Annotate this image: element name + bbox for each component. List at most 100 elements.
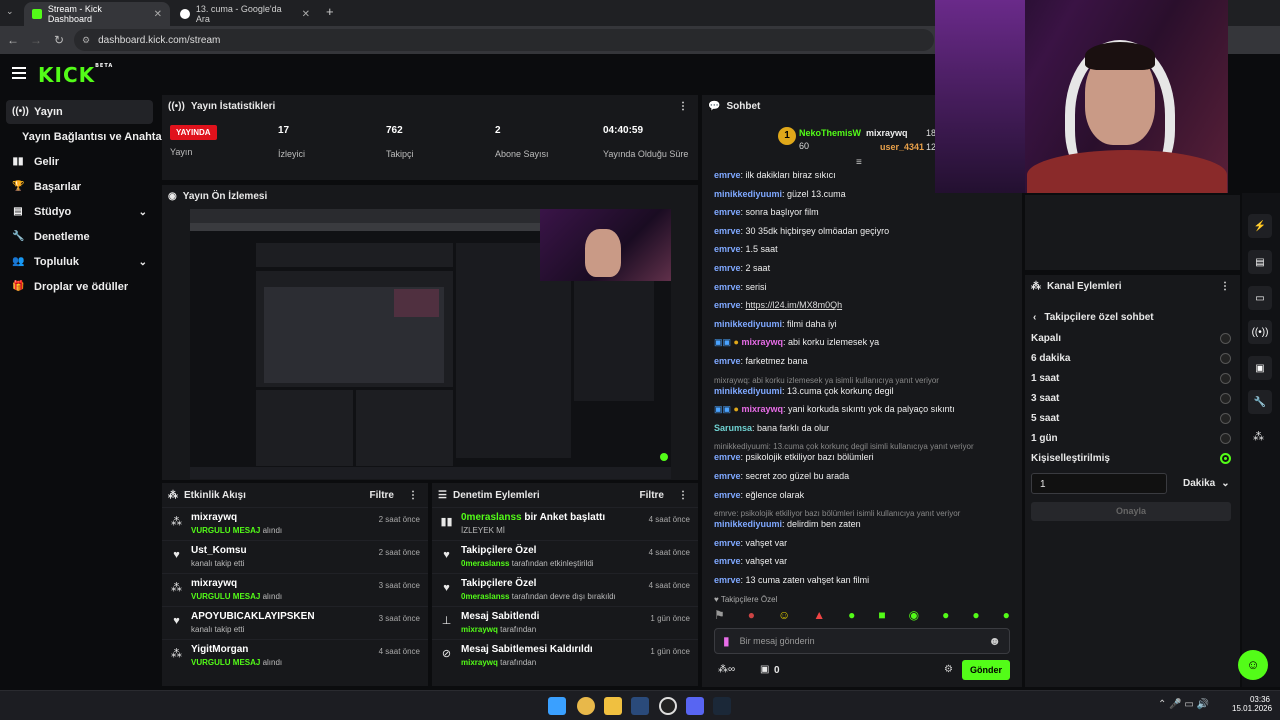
emote-icon[interactable]: ●: [848, 608, 855, 622]
chat-username[interactable]: emrve: [714, 538, 741, 548]
chat-icon[interactable]: ▭: [1248, 286, 1272, 310]
more-options-icon[interactable]: ⋮: [678, 101, 688, 112]
filter-button[interactable]: Filtre: [370, 490, 394, 501]
more-options-icon[interactable]: ⋮: [1220, 281, 1230, 292]
radio-button[interactable]: [1220, 452, 1231, 464]
emote-icon[interactable]: ●: [748, 608, 755, 622]
moderation-row[interactable]: ⊘ Mesaj Sabitlemesi Kaldırıldı mixraywq …: [432, 639, 698, 672]
radio-button[interactable]: [1220, 392, 1231, 404]
chat-username[interactable]: minikkediyuumi: [714, 519, 782, 529]
chat-username[interactable]: emrve: [714, 170, 741, 180]
moderation-row[interactable]: ▮▮ 0meraslanss bir Anket başlattı İZLEYE…: [432, 507, 698, 540]
moderation-row[interactable]: ♥ Takipçilere Özel 0meraslanss tarafında…: [432, 540, 698, 573]
chat-username[interactable]: Sarumsa: [714, 423, 752, 433]
tab-kick-dashboard[interactable]: Stream - Kick Dashboard ✕: [24, 2, 170, 26]
emoji-icon[interactable]: ☻: [988, 634, 1001, 648]
filter-lines-icon[interactable]: ≡: [856, 157, 862, 168]
tab-list-icon[interactable]: ⌄: [6, 6, 14, 17]
chat-username[interactable]: mixraywq: [741, 404, 783, 414]
windows-start-icon[interactable]: [548, 697, 566, 715]
folder-icon[interactable]: [604, 697, 622, 715]
more-options-icon[interactable]: ⋮: [408, 490, 418, 501]
sidebar-item-studyo[interactable]: ▤ Stüdyo ⌄: [6, 200, 153, 224]
moderation-row[interactable]: ⊥ Mesaj Sabitlendi mixraywq tarafından 1…: [432, 606, 698, 639]
emote-icon[interactable]: ●: [972, 608, 979, 622]
top-gifter-name[interactable]: mixraywq: [866, 128, 908, 138]
chat-username[interactable]: emrve: [714, 452, 741, 462]
mic-icon[interactable]: ▮: [723, 634, 730, 648]
radio-button[interactable]: [1220, 432, 1231, 444]
back-button[interactable]: ‹ Takipçilere özel sohbet: [1033, 312, 1154, 323]
activity-row[interactable]: ⁂ mixraywq VURGULU MESAJ alındı 2 saat ö…: [162, 507, 428, 540]
emote-icon[interactable]: ▲: [813, 608, 825, 622]
sidebar-item-gelir[interactable]: ▮▮ Gelir: [6, 150, 153, 174]
chat-username[interactable]: emrve: [714, 282, 741, 292]
sidebar-item-yayin[interactable]: ((•)) Yayın: [6, 100, 153, 124]
discord-icon[interactable]: [686, 697, 704, 715]
activity-row[interactable]: ⁂ mixraywq VURGULU MESAJ alındı 3 saat ö…: [162, 573, 428, 606]
layout-icon[interactable]: ▣: [1248, 356, 1272, 380]
community-icon[interactable]: ⁂∞: [718, 664, 735, 675]
site-info-icon[interactable]: ⚙: [82, 35, 90, 46]
emote-icon[interactable]: ☺: [778, 608, 790, 622]
close-icon[interactable]: ✕: [302, 9, 310, 20]
radio-button[interactable]: [1220, 372, 1231, 384]
address-bar[interactable]: ⚙ dashboard.kick.com/stream: [74, 29, 934, 51]
option-row[interactable]: 6 dakika: [1031, 348, 1231, 368]
emote-icon[interactable]: ●: [1003, 608, 1010, 622]
tray-icons[interactable]: ⌃ 🎤 ▭ 🔊: [1158, 699, 1209, 710]
emote-icon[interactable]: ⚑: [714, 608, 725, 622]
filter-button[interactable]: Filtre: [640, 490, 664, 501]
sidebar-item-droplar[interactable]: 🎁 Droplar ve ödüller: [6, 275, 153, 299]
close-icon[interactable]: ✕: [154, 9, 162, 20]
sidebar-item-basarilar[interactable]: 🏆 Başarılar: [6, 175, 153, 199]
chat-input[interactable]: ▮ Bir mesaj gönderin ☻: [714, 628, 1010, 654]
menu-icon[interactable]: [12, 67, 26, 79]
clock[interactable]: 03:36 15.01.2026: [1232, 695, 1272, 713]
chat-username[interactable]: minikkediyuumi: [714, 189, 782, 199]
activity-row[interactable]: ♥ Ust_Komsu kanalı takip etti 2 saat önc…: [162, 540, 428, 573]
radio-button[interactable]: [1220, 332, 1231, 344]
chat-username[interactable]: emrve: [714, 556, 741, 566]
sidebar-item-stream-key[interactable]: Yayın Bağlantısı ve Anahtarı: [6, 125, 169, 149]
option-row[interactable]: Kapalı: [1031, 328, 1231, 348]
more-options-icon[interactable]: ⋮: [678, 490, 688, 501]
steam-running-icon[interactable]: [713, 697, 731, 715]
activity-row[interactable]: ♥ APOYUBICAKLAYIPSKEN kanalı takip etti …: [162, 606, 428, 639]
activity-row[interactable]: ⁂ YigitMorgan VURGULU MESAJ alındı 4 saa…: [162, 639, 428, 672]
kick-logo[interactable]: KICKBETA: [38, 63, 113, 87]
option-row[interactable]: 1 saat: [1031, 368, 1231, 388]
confirm-button[interactable]: Onayla: [1031, 502, 1231, 521]
sidebar-item-denetleme[interactable]: 🔧 Denetleme: [6, 225, 153, 249]
chat-username[interactable]: emrve: [714, 490, 741, 500]
obs-icon[interactable]: [659, 697, 677, 715]
option-row[interactable]: 5 saat: [1031, 408, 1231, 428]
chat-username[interactable]: mixraywq: [741, 337, 783, 347]
moderation-row[interactable]: ♥ Takipçilere Özel 0meraslanss tarafında…: [432, 573, 698, 606]
chat-username[interactable]: emrve: [714, 356, 741, 366]
chat-username[interactable]: minikkediyuumi: [714, 319, 782, 329]
top-gifter-name[interactable]: NekoThemisW: [799, 128, 861, 138]
emote-icon[interactable]: ●: [942, 608, 949, 622]
help-chat-icon[interactable]: ☺: [1238, 650, 1268, 680]
users-icon[interactable]: ⁂: [1253, 430, 1264, 443]
wrench-icon[interactable]: 🔧: [1248, 390, 1272, 414]
emote-icon[interactable]: ■: [878, 608, 885, 622]
emote-icon[interactable]: ◉: [909, 608, 919, 622]
settings-icon[interactable]: ⚙: [944, 664, 953, 675]
steam-icon[interactable]: [631, 697, 649, 715]
radio-button[interactable]: [1220, 412, 1231, 424]
reload-icon[interactable]: ↻: [50, 31, 68, 49]
option-row[interactable]: 3 saat: [1031, 388, 1231, 408]
chat-username[interactable]: emrve: [714, 300, 741, 310]
radio-button[interactable]: [1220, 352, 1231, 364]
back-icon[interactable]: ←: [4, 31, 22, 49]
chat-username[interactable]: minikkediyuumi: [714, 386, 782, 396]
chat-username[interactable]: emrve: [714, 244, 741, 254]
chat-username[interactable]: emrve: [714, 207, 741, 217]
chat-username[interactable]: emrve: [714, 226, 741, 236]
option-row[interactable]: Kişiselleştirilmiş: [1031, 448, 1231, 468]
new-tab-icon[interactable]: +: [326, 4, 334, 19]
stream-preview-video[interactable]: [190, 209, 671, 479]
chrome-icon[interactable]: [577, 697, 595, 715]
